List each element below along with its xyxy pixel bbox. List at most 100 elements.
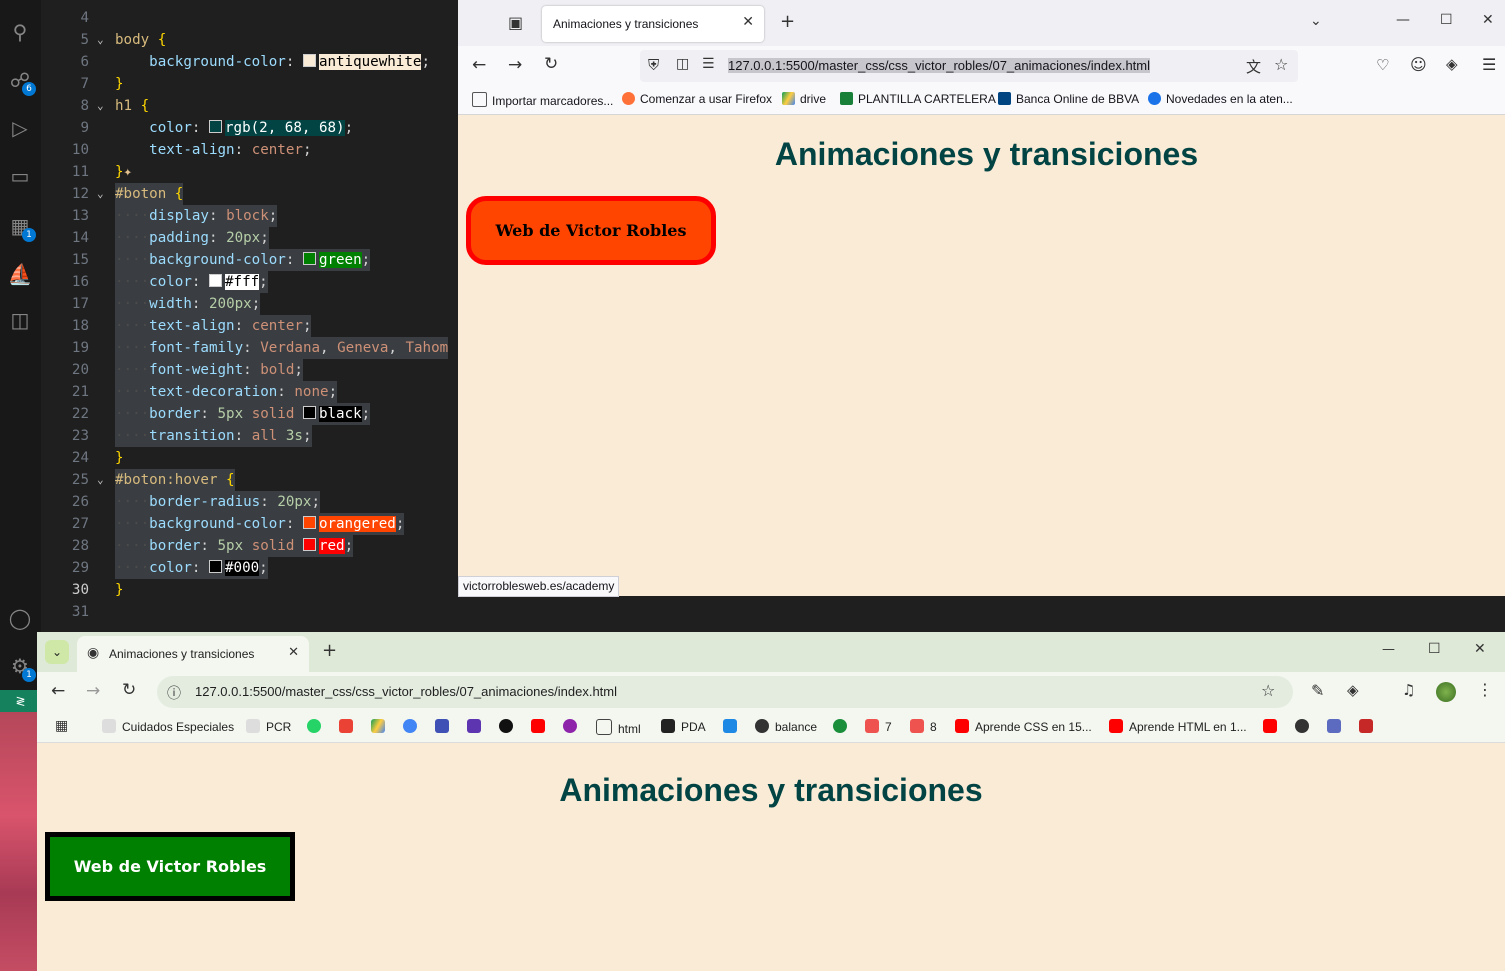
docker-icon[interactable]: ⛵ xyxy=(6,260,34,288)
code-line: 29 ····color: #000; xyxy=(41,557,458,579)
new-tab-icon[interactable]: + xyxy=(780,11,795,32)
chevron-down-icon[interactable]: ⌄ xyxy=(1310,13,1322,29)
media-icon[interactable]: ♫ xyxy=(1402,681,1415,699)
remote-explorer-icon[interactable]: ▭ xyxy=(6,162,34,190)
bookmark-item[interactable]: Importar marcadores... xyxy=(472,92,613,108)
reload-icon[interactable]: ↻ xyxy=(122,680,136,700)
code-line: 31 xyxy=(71,604,89,620)
pocket-icon[interactable]: ♡ xyxy=(1376,56,1389,74)
bookmark-item[interactable]: Banca Online de BBVA xyxy=(998,92,1139,106)
code-editor[interactable]: 4 5 ⌄ body { 6 background-color: antiquewh… xyxy=(41,0,458,632)
bookmark-item[interactable]: PDA xyxy=(661,719,706,734)
apps-grid-icon[interactable]: ▦ xyxy=(55,718,68,734)
bookmark-item[interactable]: Aprende CSS en 15... xyxy=(955,719,1092,734)
back-icon[interactable]: ← xyxy=(472,55,486,75)
eyedropper-icon[interactable]: ✎ xyxy=(1311,681,1324,700)
more-menu-icon[interactable]: ⋮ xyxy=(1477,680,1493,699)
bookmark-icon[interactable] xyxy=(1327,719,1347,734)
youtube-icon[interactable] xyxy=(1263,719,1283,734)
run-debug-icon[interactable]: ▷ xyxy=(6,114,34,142)
bookmark-icon[interactable] xyxy=(1359,719,1379,734)
permissions-icon[interactable]: ☰ xyxy=(702,56,715,72)
extensions-icon[interactable]: ◈ xyxy=(1347,681,1359,699)
page-icon[interactable]: ◫ xyxy=(676,56,689,72)
gmail-icon[interactable] xyxy=(339,719,359,734)
account-icon[interactable]: ☺ xyxy=(1410,55,1427,74)
extensions-icon[interactable]: ◈ xyxy=(1446,55,1458,73)
victor-robles-button-hover[interactable]: Web de Victor Robles xyxy=(466,196,716,265)
github-icon[interactable] xyxy=(499,719,519,734)
chrome-nav-bar: ← → ↻ ⓘ 127.0.0.1:5500/master_css/css_vi… xyxy=(37,672,1505,712)
bookmark-item[interactable]: Novedades en la aten... xyxy=(1148,92,1293,106)
star-icon[interactable]: ☆ xyxy=(1261,681,1275,700)
gemini-icon[interactable] xyxy=(403,719,423,734)
address-bar[interactable]: ⛨ ◫ ☰ 127.0.0.1:5500/master_css/css_vict… xyxy=(640,50,1298,82)
account-icon[interactable]: ◯ xyxy=(6,604,34,632)
menu-icon[interactable]: ☰ xyxy=(1482,55,1496,74)
star-icon[interactable]: ☆ xyxy=(1274,55,1288,74)
globe-icon[interactable] xyxy=(1295,719,1315,734)
bookmark-icon[interactable] xyxy=(563,719,583,734)
minimize-icon[interactable]: — xyxy=(1382,642,1395,657)
code-line: 7} xyxy=(80,76,124,92)
bookmark-item[interactable]: 8 xyxy=(910,719,937,734)
firefox-tab[interactable]: Animaciones y transiciones ✕ xyxy=(542,6,764,42)
remote-indicator[interactable]: ≷ xyxy=(0,690,41,712)
live-share-icon[interactable]: ◫ xyxy=(6,306,34,334)
source-control-icon[interactable]: ☍ 6 xyxy=(6,66,36,96)
reload-icon[interactable]: ↻ xyxy=(544,54,558,74)
bookmark-icon xyxy=(661,719,675,733)
bookmark-icon[interactable] xyxy=(723,719,743,734)
back-icon[interactable]: ← xyxy=(51,681,65,701)
gear-icon[interactable]: ⚙ 1 xyxy=(6,652,36,682)
import-icon xyxy=(472,92,487,107)
tab-list-icon[interactable]: ▣ xyxy=(508,13,523,32)
bookmark-icon xyxy=(246,719,260,733)
forward-icon[interactable]: → xyxy=(86,681,100,701)
bookmark-item[interactable]: PCR xyxy=(246,719,291,734)
minimize-icon[interactable]: — xyxy=(1396,12,1410,28)
bookmark-item[interactable]: balance xyxy=(755,719,817,734)
firefox-tab-bar: ▣ Animaciones y transiciones ✕ + ⌄ — ☐ ✕ xyxy=(458,0,1505,46)
bookmark-item[interactable]: html xyxy=(596,719,641,736)
bookmark-item[interactable]: Cuidados Especiales xyxy=(102,719,234,734)
bookmark-icon[interactable] xyxy=(467,719,487,734)
bookmark-icon[interactable] xyxy=(833,719,853,734)
youtube-icon[interactable] xyxy=(531,719,551,734)
bookmark-item[interactable]: drive xyxy=(782,92,826,106)
tab-search-button[interactable]: ⌄ xyxy=(45,640,69,664)
bookmark-item[interactable]: 7 xyxy=(865,719,892,734)
chrome-tab[interactable]: ◉ Animaciones y transiciones ✕ xyxy=(77,636,309,672)
shield-icon[interactable]: ⛨ xyxy=(648,56,659,74)
close-window-icon[interactable]: ✕ xyxy=(1474,641,1486,657)
bookmark-icon xyxy=(102,719,116,733)
translate-icon[interactable]: 文 xyxy=(1246,56,1261,77)
bookmark-item[interactable]: Comenzar a usar Firefox xyxy=(622,92,772,106)
bookmark-icon[interactable] xyxy=(435,719,455,734)
bookmark-item[interactable]: Aprende HTML en 1... xyxy=(1109,719,1247,734)
code-line: 13 ····display: block; xyxy=(41,205,458,227)
extensions-icon[interactable]: ▦ 1 xyxy=(6,212,36,242)
code-line: 6 background-color: antiquewhite; xyxy=(80,54,430,70)
youtube-icon xyxy=(1109,719,1123,733)
maximize-icon[interactable]: ☐ xyxy=(1440,12,1453,28)
close-tab-icon[interactable]: ✕ xyxy=(742,14,754,30)
close-window-icon[interactable]: ✕ xyxy=(1482,12,1494,28)
code-line: 10 text-align: center; xyxy=(71,142,312,158)
address-bar[interactable]: ⓘ 127.0.0.1:5500/master_css/css_victor_r… xyxy=(157,676,1293,708)
close-tab-icon[interactable]: ✕ xyxy=(288,645,299,660)
whatsapp-icon[interactable] xyxy=(307,719,327,734)
forward-icon[interactable]: → xyxy=(508,55,522,75)
new-tab-icon[interactable]: + xyxy=(322,640,337,661)
avatar[interactable] xyxy=(1436,682,1456,702)
chrome-bookmarks-bar: ▦ Cuidados Especiales PCR html PDA balan… xyxy=(37,712,1505,743)
search-icon[interactable]: ⚲ xyxy=(6,18,34,46)
drive-icon[interactable] xyxy=(371,719,391,734)
bookmark-item[interactable]: PLANTILLA CARTELERA xyxy=(840,92,996,106)
info-icon[interactable]: ⓘ xyxy=(167,683,181,703)
victor-robles-button[interactable]: Web de Victor Robles xyxy=(45,832,295,901)
maximize-icon[interactable]: ☐ xyxy=(1428,641,1441,657)
url-text[interactable]: 127.0.0.1:5500/master_css/css_victor_rob… xyxy=(195,684,617,699)
url-text[interactable]: 127.0.0.1:5500/master_css/css_victor_rob… xyxy=(728,58,1151,73)
code-line: 22 ····border: 5px solid black; xyxy=(41,403,458,425)
